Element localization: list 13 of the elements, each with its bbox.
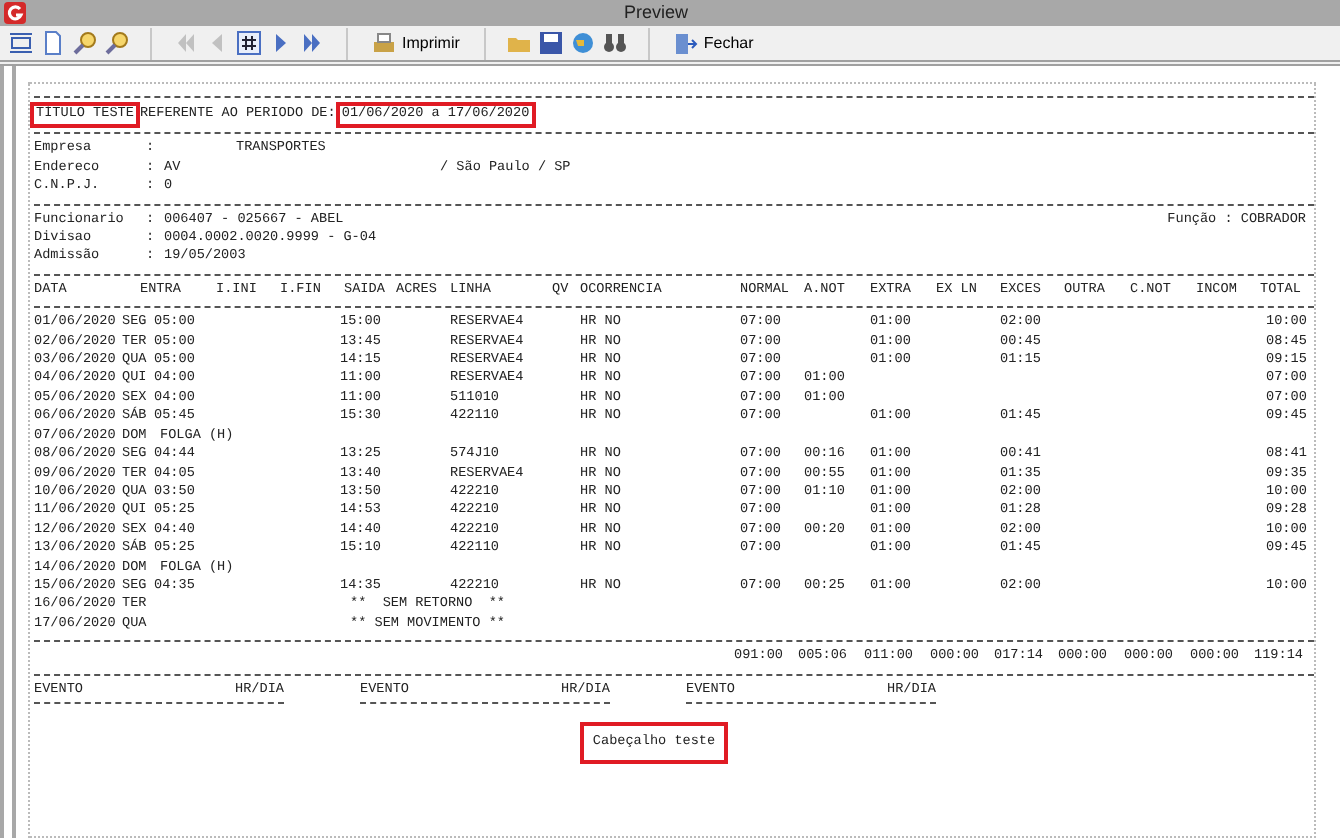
close-button[interactable]: Fechar [667,27,760,59]
exit-door-icon [673,31,698,55]
window-title: Preview [624,0,689,26]
app-logo-icon [4,2,26,24]
page-number-icon[interactable] [234,28,264,58]
printer-icon [372,31,396,55]
globe-icon[interactable] [567,28,598,58]
binoculars-icon[interactable] [599,28,630,58]
print-button[interactable]: Imprimir [366,27,466,59]
zoom-out-icon[interactable] [102,28,132,58]
zoom-in-icon[interactable] [70,28,100,58]
page-layout-icon[interactable] [6,28,36,58]
save-icon[interactable] [535,28,566,58]
